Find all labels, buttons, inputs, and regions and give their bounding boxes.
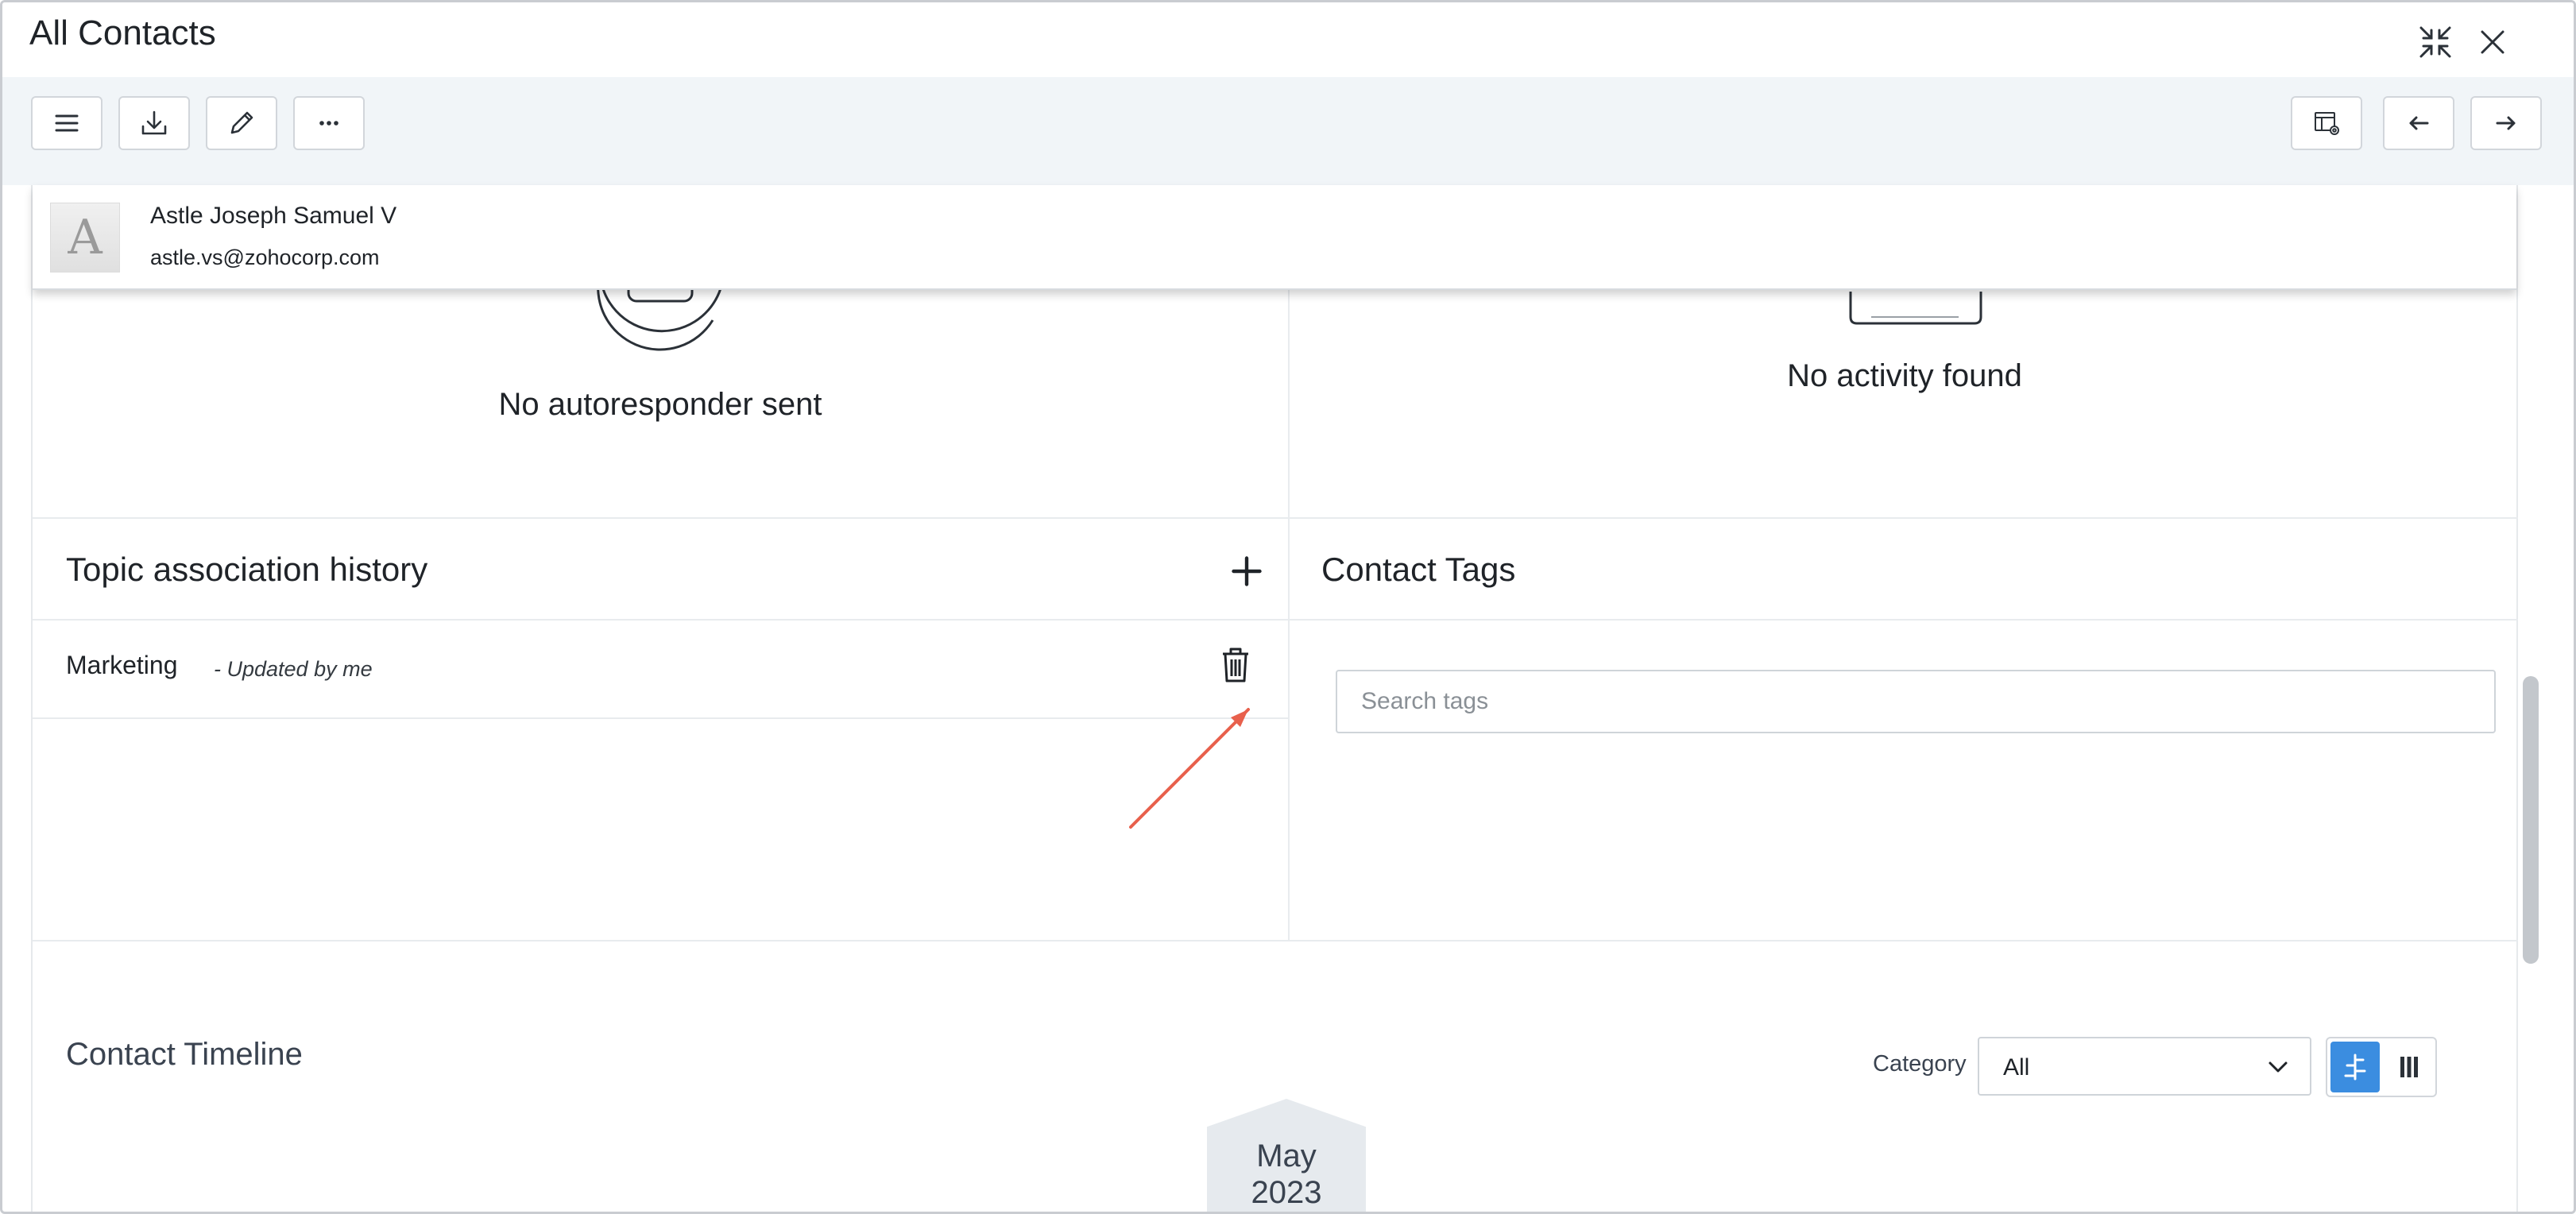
timeline-year: 2023 <box>1251 1175 1322 1210</box>
topic-row-divider <box>33 717 1288 719</box>
category-value: All <box>2003 1054 2030 1081</box>
toolbar <box>2 77 2574 185</box>
download-icon[interactable] <box>118 96 190 150</box>
annotation-arrow <box>1129 708 1250 829</box>
contact-detail-window: All Contacts No autoresponder sent No ac… <box>0 0 2576 1214</box>
autoresponder-empty-text: No autoresponder sent <box>498 387 822 422</box>
page-title: All Contacts <box>29 14 216 52</box>
panel-divider <box>1288 185 1290 940</box>
activity-empty-illustration <box>1849 292 1982 325</box>
timeline-divider <box>33 940 2520 941</box>
layout-settings-icon[interactable] <box>2291 96 2362 150</box>
section-divider <box>33 517 2520 519</box>
trash-icon[interactable] <box>1216 644 1255 686</box>
timeline-month: May <box>1256 1139 1317 1173</box>
view-toggle <box>2326 1037 2437 1097</box>
timeline-title: Contact Timeline <box>66 1037 303 1072</box>
search-tags-input[interactable] <box>1336 670 2496 733</box>
contact-name: Astle Joseph Samuel V <box>150 203 397 229</box>
plus-icon[interactable] <box>1224 549 1269 593</box>
avatar: A <box>50 203 120 273</box>
topic-name: Marketing <box>66 651 178 679</box>
column-view-icon[interactable] <box>2385 1042 2434 1092</box>
timeline-view-icon[interactable] <box>2330 1042 2380 1092</box>
contact-tags-title: Contact Tags <box>1321 551 1516 588</box>
tags-header-divider <box>1290 619 2520 621</box>
topic-history-title: Topic association history <box>66 551 428 588</box>
pencil-icon[interactable] <box>206 96 277 150</box>
scrollbar-thumb[interactable] <box>2523 676 2539 964</box>
title-bar: All Contacts <box>2 2 2574 77</box>
chevron-down-icon <box>2269 1061 2288 1073</box>
contact-email: astle.vs@zohocorp.com <box>150 246 380 269</box>
topic-meta: - Updated by me <box>214 657 373 681</box>
arrow-left-icon[interactable] <box>2383 96 2454 150</box>
contact-card: A Astle Joseph Samuel V astle.vs@zohocor… <box>33 185 2516 290</box>
ellipsis-icon[interactable] <box>293 96 365 150</box>
close-icon[interactable] <box>2472 21 2513 63</box>
topic-header-divider <box>33 619 1288 621</box>
activity-empty-text: No activity found <box>1787 358 2022 393</box>
category-select[interactable]: All <box>1978 1037 2311 1096</box>
collapse-arrows-icon[interactable] <box>2415 21 2456 63</box>
category-label: Category <box>1873 1051 1967 1077</box>
hamburger-menu-icon[interactable] <box>31 96 102 150</box>
arrow-right-icon[interactable] <box>2470 96 2542 150</box>
